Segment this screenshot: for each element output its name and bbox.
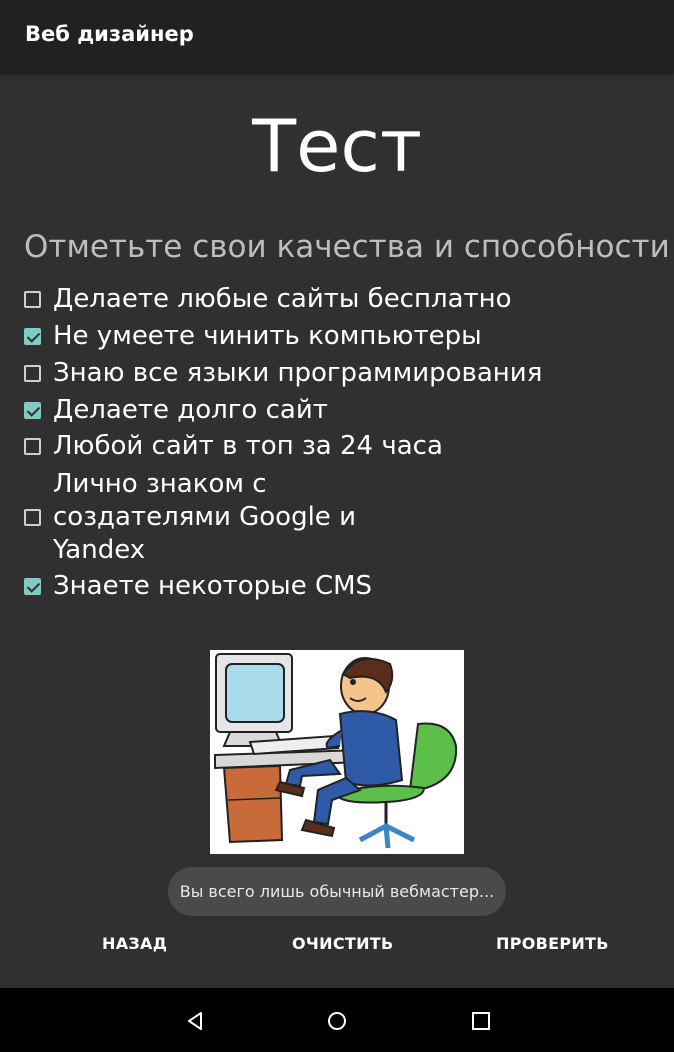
checkbox-row-top-24h[interactable]: Любой сайт в топ за 24 часа bbox=[24, 430, 443, 463]
recents-square-icon[interactable] bbox=[470, 1010, 492, 1032]
page-title: Тест bbox=[252, 104, 422, 188]
checkbox-row-all-languages[interactable]: Знаю все языки программирования bbox=[24, 357, 542, 390]
section-subtitle: Отметьте свои качества и способности bbox=[24, 229, 670, 265]
checkbox[interactable] bbox=[24, 365, 41, 382]
checkbox-label: Делаете любые сайты бесплатно bbox=[53, 284, 512, 314]
app-title: Веб дизайнер bbox=[25, 22, 194, 46]
checkbox[interactable] bbox=[24, 509, 41, 526]
checkbox-label: Лично знаком с создателями Google и Yand… bbox=[53, 469, 356, 565]
checkbox[interactable] bbox=[24, 402, 41, 419]
checkbox-row-google-yandex[interactable]: Лично знаком с создателями Google и Yand… bbox=[24, 468, 373, 567]
system-nav-bar bbox=[0, 988, 674, 1052]
check-button[interactable]: ПРОВЕРИТЬ bbox=[496, 934, 609, 953]
checkbox-row-repair-computers[interactable]: Не умеете чинить компьютеры bbox=[24, 320, 482, 353]
home-circle-icon[interactable] bbox=[326, 1010, 348, 1032]
toast-text: Вы всего лишь обычный вебмастер... bbox=[179, 882, 495, 901]
checkbox-row-slow-site[interactable]: Делаете долго сайт bbox=[24, 394, 328, 427]
person-at-computer-illustration bbox=[210, 650, 464, 854]
back-triangle-icon[interactable] bbox=[184, 1010, 206, 1032]
checkbox[interactable] bbox=[24, 578, 41, 595]
toast-message: Вы всего лишь обычный вебмастер... bbox=[168, 867, 506, 916]
checkbox-label: Не умеете чинить компьютеры bbox=[53, 321, 482, 351]
checkbox-row-cms[interactable]: Знаете некоторые CMS bbox=[24, 570, 372, 603]
checkbox-label: Знаю все языки программирования bbox=[53, 358, 543, 388]
checkbox-label: Знаете некоторые CMS bbox=[53, 571, 373, 601]
checkbox[interactable] bbox=[24, 328, 41, 345]
back-button[interactable]: НАЗАД bbox=[102, 934, 167, 953]
checkbox-label: Делаете долго сайт bbox=[53, 395, 328, 425]
clear-button[interactable]: ОЧИСТИТЬ bbox=[292, 934, 393, 953]
checkbox[interactable] bbox=[24, 438, 41, 455]
app-bar: Веб дизайнер bbox=[0, 0, 674, 72]
checkbox-label: Любой сайт в топ за 24 часа bbox=[53, 431, 443, 461]
checkbox[interactable] bbox=[24, 291, 41, 308]
checkbox-row-free-sites[interactable]: Делаете любые сайты бесплатно bbox=[24, 283, 512, 316]
